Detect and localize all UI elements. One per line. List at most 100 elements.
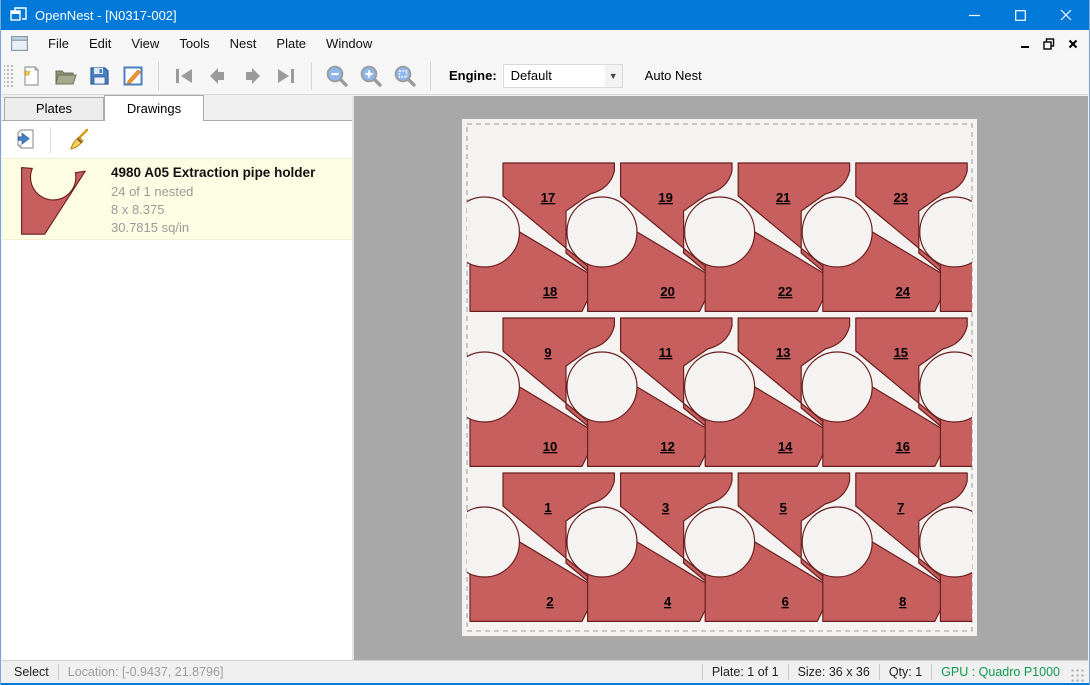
status-separator [788,664,789,680]
part-number-label: 20 [660,284,674,299]
part-number-label: 3 [662,500,669,515]
next-plate-icon [239,64,265,88]
window-title: OpenNest - [N0317-002] [35,8,177,23]
part-number-label: 13 [776,345,790,360]
minimize-icon [969,10,980,21]
part-number-label: 14 [778,439,793,454]
part-number-label: 12 [660,439,674,454]
zoom-out-button[interactable] [320,60,354,92]
nest-cutout [802,197,872,267]
save-button[interactable] [82,60,116,92]
save-as-icon [121,64,145,88]
part-number-label: 22 [778,284,792,299]
status-separator [931,664,932,680]
part-number-label: 15 [894,345,908,360]
mdi-minimize-icon [1020,39,1030,49]
status-separator [879,664,880,680]
tab-plates[interactable]: Plates [4,97,104,120]
mdi-close-button[interactable] [1064,35,1082,53]
auto-nest-button[interactable]: Auto Nest [637,63,710,88]
engine-value: Default [511,68,552,83]
new-file-icon [19,64,43,88]
part-title: 4980 A05 Extraction pipe holder [111,165,315,180]
zoom-in-button[interactable] [354,60,388,92]
plate-view[interactable]: 171819202122232491011121314151612345678 [462,119,977,636]
nest-cutout [567,507,637,577]
app-icon [10,7,27,24]
menu-window[interactable]: Window [316,31,382,56]
import-drawing-icon [13,127,39,153]
zoom-fit-button[interactable] [388,60,422,92]
maximize-icon [1015,10,1026,21]
nest-canvas[interactable]: 171819202122232491011121314151612345678 [354,96,1088,660]
main-toolbar: Engine: Default ▼ Auto Nest [2,57,1088,95]
menu-edit[interactable]: Edit [79,31,121,56]
part-number-label: 4 [664,594,672,609]
part-number-label: 7 [897,500,904,515]
nest-cutout [567,197,637,267]
menu-nest[interactable]: Nest [220,31,267,56]
status-bar: Select Location: [-0.9437, 21.8796] Plat… [2,660,1088,683]
menu-file[interactable]: File [38,31,79,56]
last-plate-button[interactable] [269,60,303,92]
status-qty: Qty: 1 [889,665,922,679]
open-button[interactable] [48,60,82,92]
toolbar-grip[interactable] [4,63,14,89]
menu-bar: File Edit View Tools Nest Plate Window [2,30,1088,57]
part-number-label: 8 [899,594,906,609]
mdi-minimize-button[interactable] [1016,35,1034,53]
part-number-label: 18 [543,284,557,299]
engine-label: Engine: [449,68,497,83]
import-drawing-button[interactable] [10,125,42,155]
previous-plate-icon [205,64,231,88]
status-location: Location: [-0.9437, 21.8796] [68,665,224,679]
clean-broom-icon [66,127,92,153]
mdi-restore-button[interactable] [1040,35,1058,53]
mdi-close-icon [1068,39,1078,49]
save-as-button[interactable] [116,60,150,92]
toolbar-separator [311,62,312,90]
zoom-out-icon [324,63,350,89]
toolbar-separator [430,62,431,90]
clean-button[interactable] [63,125,95,155]
new-file-button[interactable] [14,60,48,92]
part-number-label: 5 [780,500,787,515]
part-nested-count: 24 of 1 nested [111,183,315,201]
part-number-label: 23 [894,190,908,205]
engine-select[interactable]: Default ▼ [503,64,623,88]
nest-cutout [685,197,755,267]
part-area: 30.7815 sq/in [111,219,315,237]
part-number-label: 24 [896,284,911,299]
drawing-list-item[interactable]: 4980 A05 Extraction pipe holder 24 of 1 … [2,158,352,240]
chevron-down-icon[interactable]: ▼ [605,65,622,87]
status-mode: Select [14,665,49,679]
app-window: OpenNest - [N0317-002] File Edit View To… [0,0,1090,685]
status-separator [58,664,59,680]
menu-plate[interactable]: Plate [266,31,316,56]
menu-tools[interactable]: Tools [169,31,219,56]
minimize-button[interactable] [951,0,997,30]
menu-view[interactable]: View [121,31,169,56]
last-plate-icon [273,64,299,88]
resize-grip[interactable] [1070,668,1084,682]
zoom-in-icon [358,63,384,89]
status-size: Size: 36 x 36 [798,665,870,679]
maximize-button[interactable] [997,0,1043,30]
part-number-label: 9 [544,345,551,360]
part-number-label: 19 [658,190,672,205]
mdi-document-icon[interactable] [11,36,28,51]
status-separator [702,664,703,680]
next-plate-button[interactable] [235,60,269,92]
previous-plate-button[interactable] [201,60,235,92]
part-size: 8 x 8.375 [111,201,315,219]
close-button[interactable] [1043,0,1089,30]
close-icon [1060,9,1072,21]
tab-drawings[interactable]: Drawings [104,95,204,121]
first-plate-button[interactable] [167,60,201,92]
parts-panel: Plates Drawings [2,96,352,660]
nest-cutout [802,507,872,577]
part-number-label: 1 [544,500,551,515]
save-icon [87,64,111,88]
nest-cutout [802,352,872,422]
status-plate: Plate: 1 of 1 [712,665,779,679]
